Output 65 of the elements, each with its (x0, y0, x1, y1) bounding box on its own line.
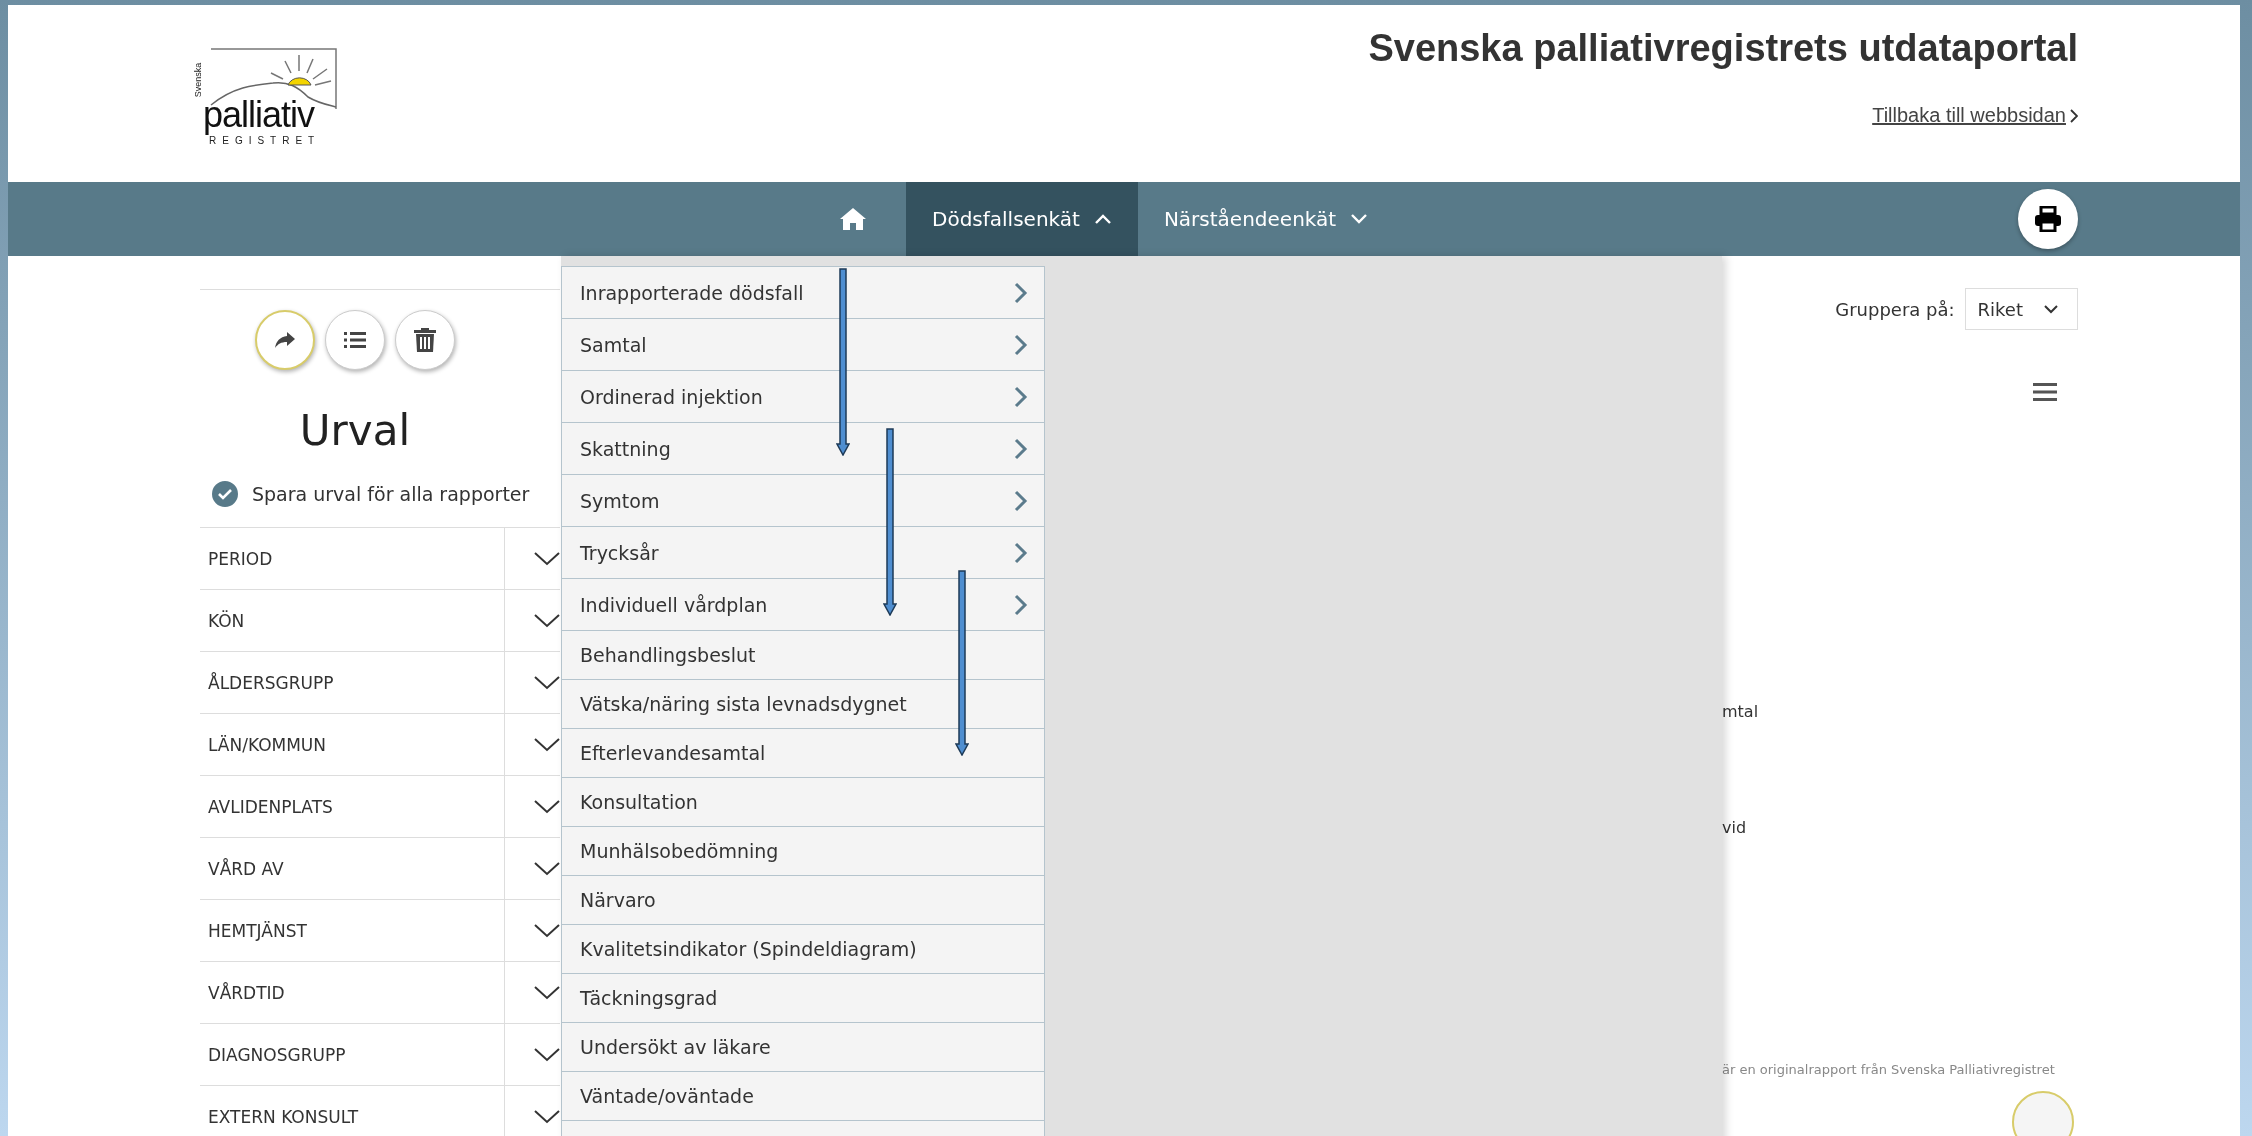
chevron-down-icon (534, 985, 560, 1000)
menu-item[interactable]: Munhälsobedömning (562, 827, 1044, 876)
menu-item[interactable]: Ordinerad injektion (562, 371, 1044, 423)
nav-tab[interactable]: Närståendeenkät (1137, 182, 1395, 256)
chevron-right-icon (2070, 108, 2078, 123)
filter-row[interactable]: ÅLDERSGRUPP (200, 652, 560, 714)
menu-item[interactable]: Undersökt av läkare (562, 1023, 1044, 1072)
save-option-label: Spara urval för alla rapporter (252, 483, 530, 505)
menu-item[interactable]: Skattning (562, 423, 1044, 475)
share-button[interactable] (255, 310, 315, 370)
menu-item[interactable]: Konsultation (562, 778, 1044, 827)
share-icon (274, 331, 296, 349)
caret-icon (1093, 213, 1112, 225)
footer-note: är en originalrapport från Svenska Palliativregistret (1722, 1062, 2055, 1077)
menu-item[interactable]: Individuell vårdplan (562, 579, 1044, 631)
delete-button[interactable] (395, 310, 455, 370)
filter-row[interactable]: AVLIDENPLATS (200, 776, 560, 838)
chevron-down-icon (534, 551, 560, 566)
group-by-label: Gruppera på: (1835, 298, 1955, 320)
nav-tab[interactable]: Dödsfallsenkät (906, 182, 1138, 256)
logo-subtitle: REGISTRET (209, 135, 321, 146)
check-icon[interactable] (212, 481, 238, 507)
print-button[interactable] (2018, 189, 2078, 249)
menu-item[interactable]: Väntade/oväntade (562, 1072, 1044, 1121)
logo-side-text: Svenska (193, 62, 204, 98)
menu-item[interactable]: Vätska/näring sista levnadsdygnet (562, 680, 1044, 729)
menu-item[interactable]: Täckningsgrad (562, 974, 1044, 1023)
chevron-down-icon (2043, 304, 2059, 314)
caret-icon (1350, 213, 1369, 225)
home-icon (839, 207, 867, 231)
selection-heading: Urval (298, 406, 412, 455)
group-by-select[interactable]: Riket (1964, 288, 2078, 330)
filter-row[interactable]: VÅRDTID (200, 962, 560, 1024)
report-text: mtal (1722, 702, 1759, 721)
chevron-down-icon (534, 613, 560, 628)
site-title: Svenska palliativregistrets utdataportal (1368, 27, 2078, 70)
menu-item[interactable]: Närvaro (562, 876, 1044, 925)
menu-item[interactable]: Symtom (562, 475, 1044, 527)
chevron-down-icon (534, 1109, 560, 1124)
back-link[interactable]: Tillbaka till webbsidan (1872, 104, 2066, 127)
filter-row[interactable]: PERIOD (200, 528, 560, 590)
filter-row[interactable]: HEMTJÄNST (200, 900, 560, 962)
filter-row[interactable]: KÖN (200, 590, 560, 652)
chevron-down-icon (534, 861, 560, 876)
filter-row[interactable]: DIAGNOSGRUPP (200, 1024, 560, 1086)
report-text: vid (1722, 818, 1747, 837)
menu-item[interactable]: Kvalitetsindikator (Spindeldiagram) (562, 925, 1044, 974)
chevron-down-icon (534, 737, 560, 752)
filter-row[interactable]: VÅRD AV (200, 838, 560, 900)
filter-row[interactable]: LÄN/KOMMUN (200, 714, 560, 776)
list-button[interactable] (325, 310, 385, 370)
menu-item[interactable]: Trycksår (562, 527, 1044, 579)
trash-icon (414, 328, 436, 352)
chevron-down-icon (534, 1047, 560, 1062)
menu-item[interactable]: Efterlevandesamtal (562, 729, 1044, 778)
filter-row[interactable]: EXTERN KONSULT (200, 1086, 560, 1136)
menu-icon[interactable] (2033, 382, 2057, 402)
print-icon (2034, 206, 2062, 232)
menu-item[interactable]: Samtal (562, 319, 1044, 371)
menu-item[interactable]: Behandlingsbeslut (562, 631, 1044, 680)
chevron-down-icon (534, 675, 560, 690)
chevron-down-icon (534, 799, 560, 814)
chevron-down-icon (534, 923, 560, 938)
list-icon (344, 331, 366, 349)
menu-item[interactable]: Inrapporterade dödsfall (562, 267, 1044, 319)
